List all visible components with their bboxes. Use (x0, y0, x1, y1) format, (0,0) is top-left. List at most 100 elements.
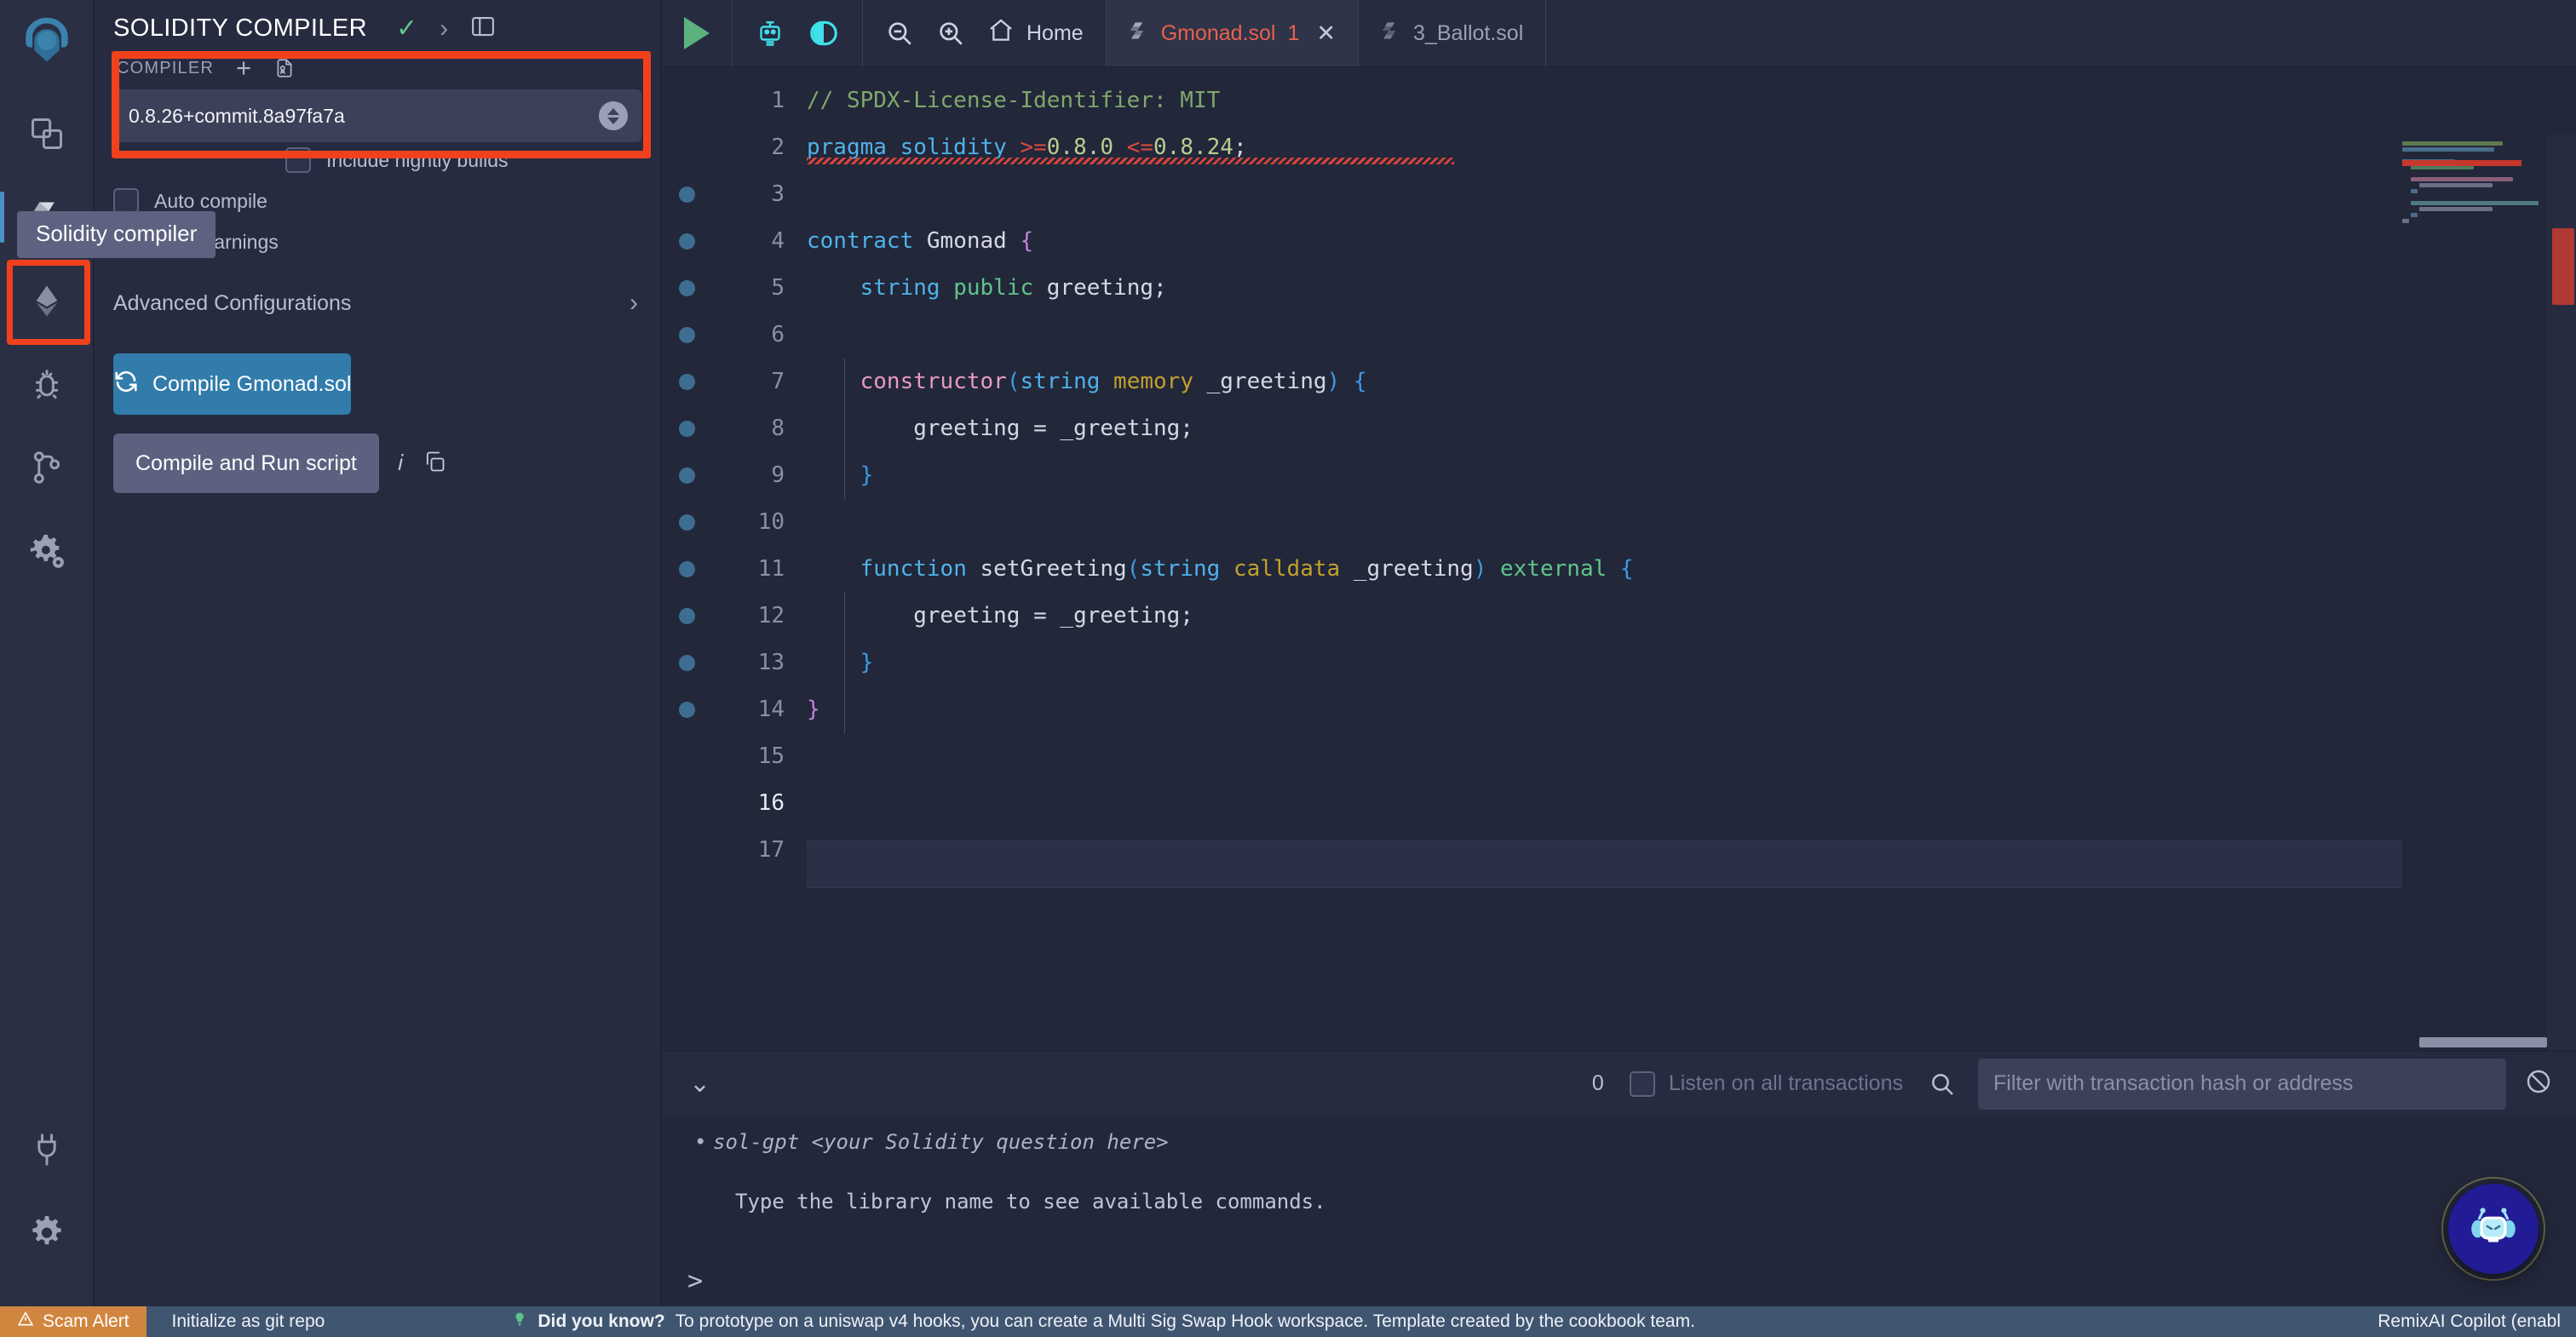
transaction-filter-input[interactable] (1978, 1058, 2506, 1110)
did-you-know-text: To prototype on a uniswap v4 hooks, you … (675, 1311, 1695, 1331)
robot-avatar-icon (2465, 1199, 2521, 1260)
include-nightly-builds-checkbox[interactable] (285, 147, 311, 173)
listen-on-all-transactions-label: Listen on all transactions (1668, 1071, 1903, 1095)
chevron-right-icon[interactable]: › (440, 15, 448, 42)
lightbulb-icon (512, 1311, 527, 1332)
tab-3-ballot-sol[interactable]: 3_Ballot.sol (1359, 0, 1547, 66)
code-line: constructor(string memory _greeting) { (860, 369, 1367, 394)
zoom-home-group: Home (863, 0, 1107, 66)
scrollbar-thumb[interactable] (2552, 228, 2574, 305)
compiler-version-select[interactable]: 0.8.26+commit.8a97fa7a (113, 89, 641, 142)
line-number: 12 (757, 603, 785, 628)
copilot-status[interactable]: RemixAI Copilot (enabl (2378, 1306, 2576, 1337)
compile-button-label: Compile Gmonad.sol (152, 371, 352, 396)
remix-logo-icon[interactable] (16, 12, 78, 77)
check-icon[interactable]: ✓ (396, 15, 417, 42)
code-line: } (860, 650, 874, 675)
line-number: 13 (757, 650, 785, 675)
line-number: 11 (757, 556, 785, 582)
terminal-output[interactable]: sol-gpt <your Solidity question here> Ty… (662, 1116, 2576, 1300)
auto-compile-label: Auto compile (154, 189, 267, 212)
run-group (662, 0, 733, 66)
initialize-git-repo-button[interactable]: Initialize as git repo (147, 1306, 351, 1337)
compiler-label-row: COMPILER (113, 57, 641, 79)
breakpoint-glyph-margin[interactable] (662, 77, 711, 874)
remix-ai-copilot-button[interactable] (2448, 1184, 2539, 1274)
editor-minimap[interactable] (2402, 135, 2547, 1051)
line-number-gutter: 1 2 3 4 5 6 7 8 9 10 11 12 13 14 15 16 1 (711, 77, 807, 874)
chevrons-down-icon[interactable]: ⌄ (674, 1069, 726, 1099)
ai-group (733, 0, 863, 66)
tab-gmonad-sol[interactable]: Gmonad.sol 1 ✕ (1106, 0, 1360, 66)
plug-icon[interactable] (16, 1119, 78, 1180)
copilot-status-label: RemixAI Copilot (enabl (2378, 1311, 2561, 1331)
error-squiggle (807, 158, 1454, 164)
home-button[interactable]: Home (987, 17, 1084, 50)
zoom-in-icon[interactable] (936, 19, 965, 48)
clear-console-icon[interactable] (2525, 1068, 2552, 1099)
auto-compile-checkbox[interactable] (113, 188, 139, 214)
sidebar-item-file-explorer[interactable] (16, 103, 78, 164)
solidity-file-icon (1129, 19, 1149, 49)
include-nightly-builds-row[interactable]: Include nightly builds (95, 147, 660, 173)
panel-layout-icon[interactable] (470, 14, 496, 43)
advanced-configurations-row[interactable]: Advanced Configurations › (95, 289, 660, 318)
search-icon[interactable] (1929, 1070, 1956, 1098)
contrast-toggle-icon[interactable] (808, 17, 840, 49)
code-editor[interactable]: 1 2 3 4 5 6 7 8 9 10 11 12 13 14 15 16 1 (662, 67, 2576, 1051)
tab-label: 3_Ballot.sol (1413, 20, 1524, 45)
line-number: 1 (771, 88, 785, 113)
scam-alert-badge[interactable]: Scam Alert (0, 1306, 147, 1337)
terminal-count: 0 (1591, 1071, 1604, 1095)
compile-and-run-script-button[interactable]: Compile and Run script (113, 433, 379, 493)
code-lines[interactable]: // SPDX-License-Identifier: MIT pragma s… (807, 77, 2576, 874)
line-number: 4 (771, 228, 785, 254)
terminal-panel: ⌄ 0 Listen on all transactions Filter wi… (662, 1051, 2576, 1306)
sidebar-item-deploy-run[interactable] (16, 270, 78, 331)
remix-ide-window: SOLIDITY COMPILER ✓ › COMPILER 0.8.26+co… (0, 0, 2576, 1337)
compiler-license-icon[interactable] (273, 57, 296, 79)
panel-header-icons: ✓ › (396, 14, 496, 43)
chevron-updown-icon[interactable] (599, 101, 628, 130)
line-number: 9 (771, 462, 785, 488)
listen-on-all-transactions-row[interactable]: Listen on all transactions (1629, 1070, 1903, 1097)
vertical-scrollbar[interactable] (2547, 135, 2576, 1051)
warning-triangle-icon (17, 1311, 34, 1333)
robot-icon[interactable] (755, 18, 785, 49)
horizontal-scrollbar-thumb[interactable] (2419, 1037, 2547, 1047)
chevron-right-icon[interactable]: › (630, 289, 638, 318)
copy-icon[interactable] (423, 450, 446, 478)
terminal-toolbar: ⌄ 0 Listen on all transactions (662, 1052, 2576, 1116)
auto-compile-row[interactable]: Auto compile (95, 188, 660, 214)
terminal-prompt[interactable]: > (662, 1264, 2576, 1300)
info-icon[interactable]: 𝑖 (398, 450, 404, 477)
close-icon[interactable]: ✕ (1316, 20, 1336, 47)
sidebar-item-git[interactable] (16, 437, 78, 498)
line-number: 7 (771, 369, 785, 394)
compile-run-script-row: Compile and Run script 𝑖 (113, 433, 641, 493)
code-line: } (807, 697, 820, 722)
line-number: 10 (757, 509, 785, 535)
sidebar-item-debugger[interactable] (16, 353, 78, 415)
settings-gear-icon[interactable] (16, 1202, 78, 1264)
compiler-section: COMPILER 0.8.26+commit.8a97fa7a (95, 49, 660, 142)
did-you-know-title: Did you know? (538, 1311, 665, 1331)
line-number: 17 (757, 837, 785, 863)
compile-button[interactable]: Compile Gmonad.sol (113, 353, 352, 415)
status-bar: Scam Alert Initialize as git repo Did yo… (0, 1306, 2576, 1337)
sidebar-item-plugin-settings[interactable] (16, 520, 78, 582)
code-line: string public greeting; (860, 275, 1167, 301)
add-custom-compiler-icon[interactable] (233, 57, 255, 79)
tab-error-count: 1 (1287, 20, 1300, 45)
home-label: Home (1026, 20, 1084, 45)
run-script-icon[interactable] (684, 17, 710, 49)
listen-on-all-transactions-checkbox[interactable] (1629, 1070, 1655, 1097)
terminal-line: Type the library name to see available c… (735, 1190, 1326, 1214)
code-line: contract Gmonad { (807, 228, 1034, 254)
compile-and-run-script-label: Compile and Run script (135, 450, 357, 475)
zoom-out-icon[interactable] (885, 19, 914, 48)
